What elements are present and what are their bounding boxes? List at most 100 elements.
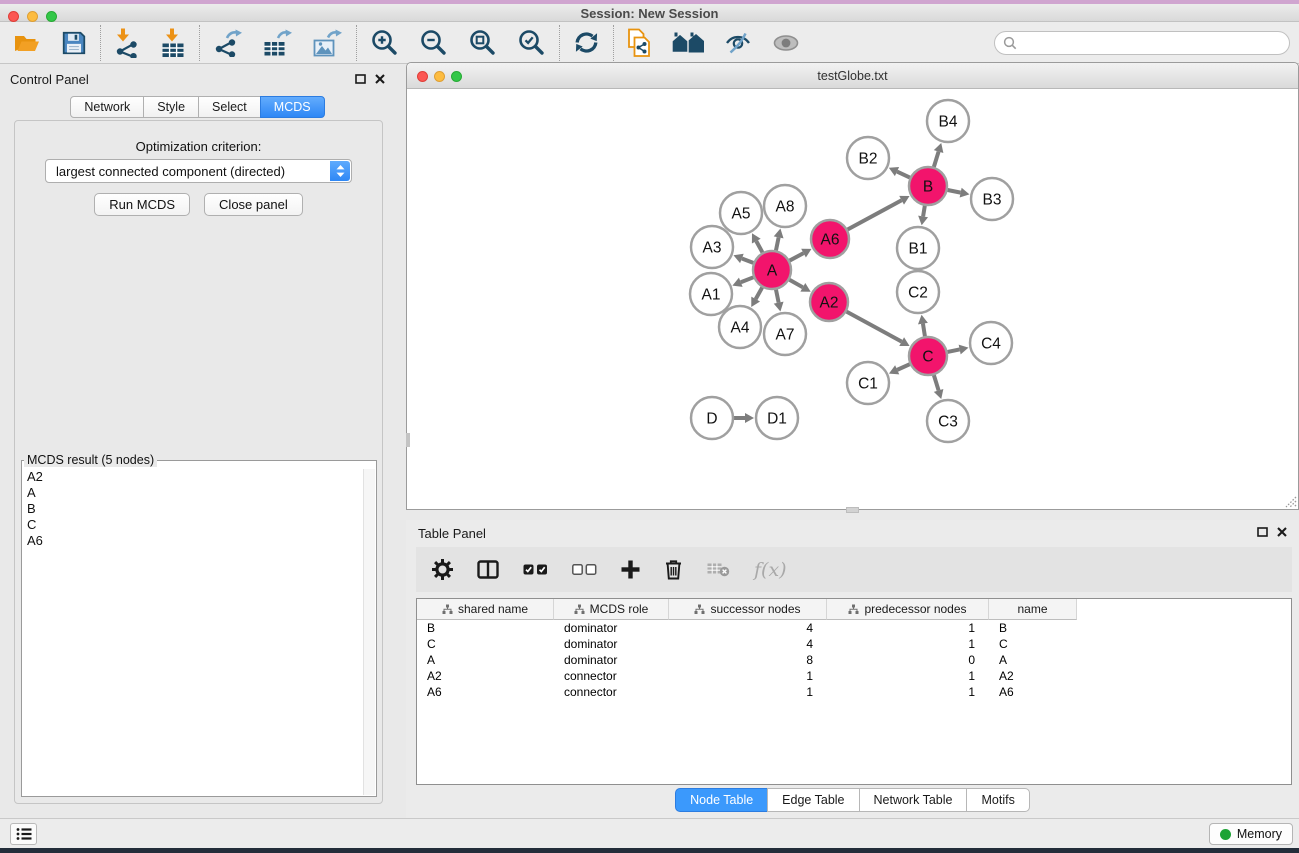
graph-edge-A6-B[interactable]	[848, 200, 902, 229]
network-graph[interactable]: AA1A2A3A4A5A6A7A8BB1B2B3B4CC1C2C3C4DD1	[407, 89, 1298, 509]
zoom-fit-icon[interactable]	[468, 28, 497, 57]
graph-edge-A-A2[interactable]	[789, 280, 802, 288]
table-cell[interactable]: dominator	[554, 636, 669, 652]
graph-edge-B-B1[interactable]	[923, 206, 925, 217]
table-cell[interactable]: A	[989, 652, 1077, 668]
column-header-name[interactable]: name	[989, 599, 1077, 620]
float-panel-icon[interactable]	[355, 74, 366, 84]
graph-edge-A-A7[interactable]	[776, 290, 779, 303]
graph-edge-B-B3[interactable]	[948, 190, 961, 193]
list-scrollbar[interactable]	[363, 469, 375, 795]
table-cell[interactable]: connector	[554, 684, 669, 700]
graph-edge-A-A1[interactable]	[741, 277, 754, 282]
save-session-icon[interactable]	[61, 30, 87, 56]
export-table-icon[interactable]	[263, 29, 293, 57]
zoom-selected-icon[interactable]	[517, 28, 546, 57]
table-cell[interactable]: 1	[827, 620, 989, 636]
refresh-view-icon[interactable]	[573, 29, 600, 56]
network-canvas[interactable]: AA1A2A3A4A5A6A7A8BB1B2B3B4CC1C2C3C4DD1	[407, 89, 1298, 509]
table-cell[interactable]: C	[989, 636, 1077, 652]
column-view-icon[interactable]	[477, 560, 499, 579]
add-column-icon[interactable]	[621, 560, 640, 579]
tab-select[interactable]: Select	[198, 96, 261, 118]
close-panel-icon[interactable]	[375, 74, 385, 84]
graph-edge-B-B2[interactable]	[897, 172, 910, 178]
table-cell[interactable]: 8	[669, 652, 827, 668]
tab-edge-table[interactable]: Edge Table	[767, 788, 859, 812]
table-cell[interactable]: B	[417, 620, 554, 636]
column-header-MCDS-role[interactable]: MCDS role	[554, 599, 669, 620]
table-row[interactable]: Adominator80A	[417, 652, 1291, 668]
close-table-panel-icon[interactable]	[1277, 527, 1287, 537]
table-cell[interactable]: 4	[669, 620, 827, 636]
tab-node-table[interactable]: Node Table	[675, 788, 768, 812]
home-icon[interactable]	[672, 31, 704, 54]
table-cell[interactable]: 1	[827, 668, 989, 684]
zoom-in-icon[interactable]	[370, 28, 399, 57]
search-input[interactable]	[1021, 34, 1289, 52]
export-image-icon[interactable]	[313, 29, 343, 57]
mcds-result-item[interactable]: C	[23, 517, 362, 533]
show-graphics-details-icon[interactable]	[772, 33, 800, 53]
table-cell[interactable]: B	[989, 620, 1077, 636]
import-table-icon[interactable]	[160, 28, 186, 58]
table-cell[interactable]: 1	[669, 668, 827, 684]
network-window-titlebar[interactable]: testGlobe.txt	[407, 63, 1298, 89]
table-row[interactable]: Cdominator41C	[417, 636, 1291, 652]
graph-edge-C-C1[interactable]	[897, 364, 910, 370]
mcds-result-item[interactable]: A2	[23, 469, 362, 485]
mcds-result-item[interactable]: A6	[23, 533, 362, 549]
resize-grip[interactable]	[1283, 494, 1297, 508]
criterion-dropdown[interactable]: largest connected component (directed)	[45, 159, 352, 183]
table-row[interactable]: Bdominator41B	[417, 620, 1291, 636]
table-cell[interactable]: A6	[417, 684, 554, 700]
close-panel-button[interactable]: Close panel	[204, 193, 303, 216]
function-builder-icon[interactable]: f(x)	[754, 559, 787, 581]
zoom-out-icon[interactable]	[419, 28, 448, 57]
table-cell[interactable]: A	[417, 652, 554, 668]
table-cell[interactable]: dominator	[554, 652, 669, 668]
mcds-result-item[interactable]: B	[23, 501, 362, 517]
graph-edge-A-A8[interactable]	[776, 237, 779, 250]
column-header-successor-nodes[interactable]: successor nodes	[669, 599, 827, 620]
graph-edge-C-C3[interactable]	[934, 375, 939, 390]
table-row[interactable]: A6connector11A6	[417, 684, 1291, 700]
tab-network[interactable]: Network	[70, 96, 144, 118]
table-cell[interactable]: 4	[669, 636, 827, 652]
run-mcds-button[interactable]: Run MCDS	[94, 193, 190, 216]
mcds-result-item[interactable]: A	[23, 485, 362, 501]
table-row[interactable]: A2connector11A2	[417, 668, 1291, 684]
graph-edge-B-B4[interactable]	[934, 152, 939, 167]
hide-graphics-details-icon[interactable]	[724, 31, 752, 55]
deselect-all-checkbox-icon[interactable]	[572, 564, 597, 575]
import-network-icon[interactable]	[114, 28, 140, 58]
tab-network-table[interactable]: Network Table	[859, 788, 968, 812]
column-header-shared-name[interactable]: shared name	[417, 599, 554, 620]
table-cell[interactable]: connector	[554, 668, 669, 684]
table-cell[interactable]: 1	[669, 684, 827, 700]
select-all-checkbox-icon[interactable]	[523, 564, 548, 575]
float-table-panel-icon[interactable]	[1257, 527, 1268, 537]
graph-edge-C-C4[interactable]	[948, 349, 960, 351]
graph-edge-A2-C[interactable]	[847, 312, 902, 342]
open-session-icon[interactable]	[13, 31, 41, 55]
delete-column-icon[interactable]	[664, 559, 683, 580]
table-cell[interactable]: 1	[827, 636, 989, 652]
table-cell[interactable]: 0	[827, 652, 989, 668]
clone-network-icon[interactable]	[627, 28, 652, 58]
graph-edge-C-C2[interactable]	[923, 324, 925, 337]
graph-edge-A-A5[interactable]	[756, 241, 762, 252]
table-cell[interactable]: A2	[417, 668, 554, 684]
table-cell[interactable]: 1	[827, 684, 989, 700]
search-box[interactable]	[994, 31, 1290, 55]
export-network-icon[interactable]	[213, 29, 243, 57]
tab-style[interactable]: Style	[143, 96, 199, 118]
table-settings-icon[interactable]	[432, 559, 453, 580]
graph-edge-A-A6[interactable]	[790, 253, 804, 260]
graph-edge-A-A4[interactable]	[756, 287, 763, 299]
graph-edge-A-A3[interactable]	[742, 258, 753, 262]
table-cell[interactable]: dominator	[554, 620, 669, 636]
tab-motifs[interactable]: Motifs	[966, 788, 1029, 812]
memory-button[interactable]: Memory	[1209, 823, 1293, 845]
horizontal-scrollbar-handle[interactable]	[846, 507, 859, 513]
